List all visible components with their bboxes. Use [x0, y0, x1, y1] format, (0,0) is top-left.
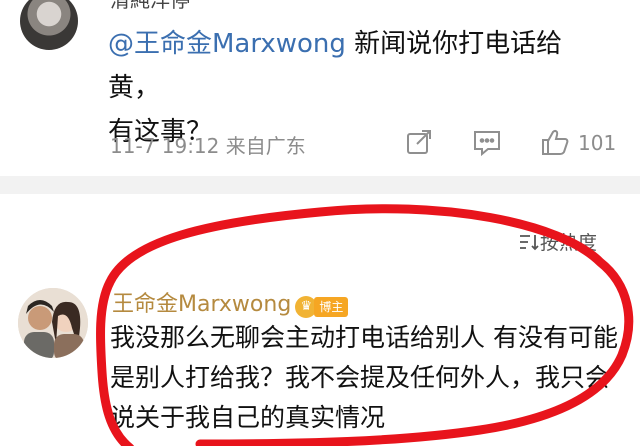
sort-icon — [518, 233, 540, 251]
section-divider — [0, 176, 640, 194]
blogger-name-text: 王命金Marxwong — [112, 292, 292, 317]
sort-by-hot-button[interactable]: 按热度 — [518, 228, 597, 255]
blogger-username[interactable]: 王命金Marxwong ♛ 博主 — [112, 286, 349, 318]
mention-link[interactable]: @王命金Marxwong — [108, 29, 346, 59]
share-icon[interactable] — [405, 128, 433, 156]
commenter-username[interactable]: 清純洋停 — [110, 0, 190, 13]
blogger-reply-text: 我没那么无聊会主动打电话给别人 有没有可能是别人打给我？我不会提及任何外人，我只… — [110, 323, 618, 432]
blogger-badge: ♛ 博主 — [295, 295, 349, 318]
blogger-avatar[interactable] — [18, 288, 88, 358]
like-count: 101 — [578, 131, 617, 155]
like-icon[interactable] — [540, 128, 570, 156]
comment-icon[interactable] — [472, 128, 502, 157]
commenter-avatar[interactable] — [20, 0, 78, 50]
comment-timestamp-location: 11-7 19:12 来自广东 — [110, 134, 306, 158]
sort-label: 按热度 — [540, 232, 598, 254]
blogger-badge-label: 博主 — [314, 296, 349, 317]
